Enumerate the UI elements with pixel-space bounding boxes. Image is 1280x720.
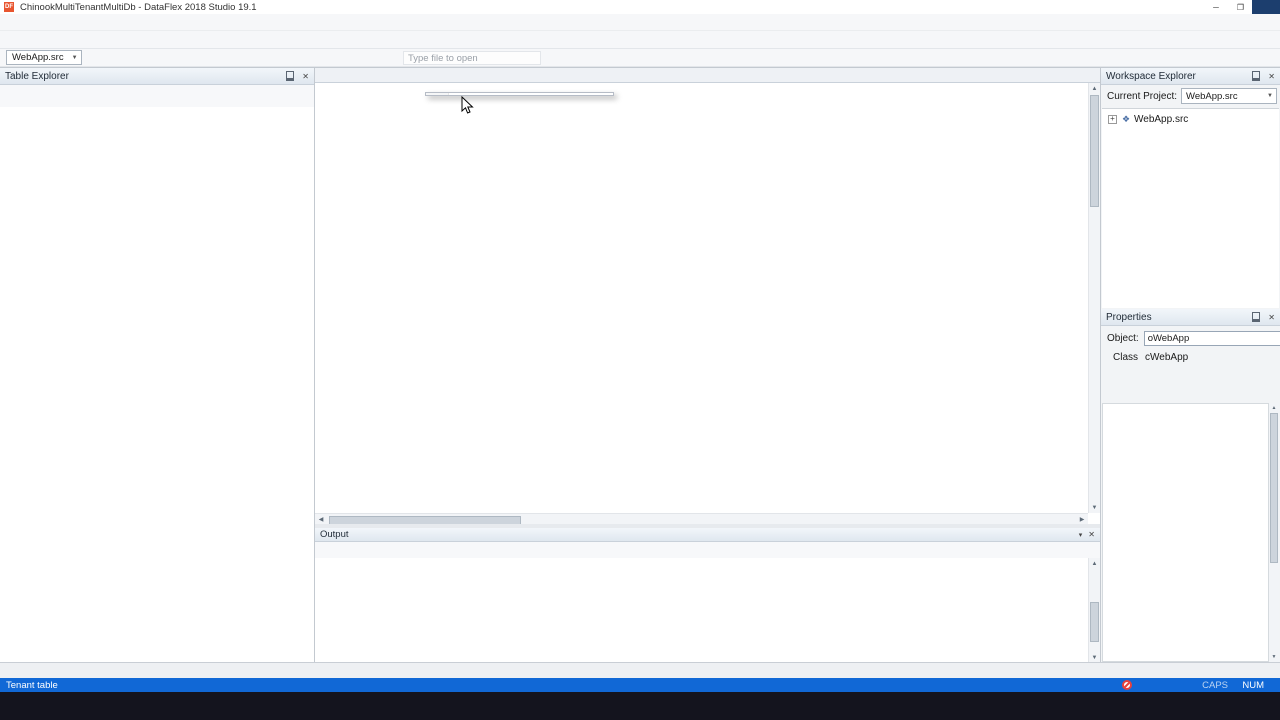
chevron-down-icon[interactable]: ▾ xyxy=(1079,531,1083,539)
file-open-search-input[interactable] xyxy=(403,51,541,65)
app-icon: DF xyxy=(4,2,14,12)
window-title: ChinookMultiTenantMultiDb - DataFlex 201… xyxy=(20,2,257,13)
windows-taskbar xyxy=(0,692,1280,720)
output-scrollbar[interactable]: ▲ ▼ xyxy=(1088,558,1100,663)
panel-title: Output xyxy=(320,529,349,540)
dock-tab-bar xyxy=(0,662,1280,678)
table-explorer-header: Table Explorer ✕ xyxy=(0,68,314,85)
editor-area: ▲ ▼ ◀ ▶ Output ▾ ✕ ▲ ▼ xyxy=(315,67,1100,662)
pin-icon[interactable] xyxy=(1252,312,1260,322)
scroll-up-icon[interactable]: ▲ xyxy=(1269,403,1279,413)
pin-icon[interactable] xyxy=(286,71,294,81)
workspace-tree[interactable]: + ❖ WebApp.src xyxy=(1102,108,1279,308)
current-project-label: Current Project: xyxy=(1107,91,1177,102)
table-explorer-toolbar xyxy=(0,85,314,108)
current-project-combo[interactable]: WebApp.src ▼ xyxy=(1181,88,1277,104)
panel-title: Workspace Explorer xyxy=(1106,71,1196,82)
scroll-up-icon[interactable]: ▲ xyxy=(1089,83,1100,94)
project-icon: ❖ xyxy=(1120,114,1132,125)
scrollbar-thumb[interactable] xyxy=(1090,95,1099,207)
window-edge xyxy=(1252,0,1280,14)
scroll-down-icon[interactable]: ▼ xyxy=(1089,502,1100,513)
close-icon[interactable]: ✕ xyxy=(1088,530,1095,539)
stop-status-icon xyxy=(1122,680,1132,690)
table-tree[interactable] xyxy=(0,107,314,662)
scroll-down-icon[interactable]: ▼ xyxy=(1269,652,1279,662)
code-editor[interactable] xyxy=(315,83,1088,513)
editor-vertical-scrollbar[interactable]: ▲ ▼ xyxy=(1088,83,1100,513)
panel-title: Table Explorer xyxy=(5,71,69,82)
pin-icon[interactable] xyxy=(1252,71,1260,81)
properties-grid[interactable] xyxy=(1102,403,1269,662)
properties-tabs xyxy=(1101,369,1280,386)
scrollbar-thumb[interactable] xyxy=(1270,413,1278,563)
close-icon[interactable]: ✕ xyxy=(1268,72,1275,81)
expand-icon[interactable]: + xyxy=(1108,115,1117,124)
workspace-explorer-header: Workspace Explorer ✕ xyxy=(1101,68,1280,85)
chevron-down-icon: ▼ xyxy=(1267,93,1273,99)
output-list[interactable] xyxy=(315,558,1088,663)
menu-bar xyxy=(0,14,1280,31)
scroll-right-icon[interactable]: ▶ xyxy=(1076,514,1088,524)
object-field[interactable] xyxy=(1144,331,1280,346)
class-value: cWebApp xyxy=(1145,352,1188,363)
right-dock: Workspace Explorer ✕ Current Project: We… xyxy=(1100,67,1280,662)
caps-indicator: CAPS xyxy=(1202,680,1228,691)
scrollbar-thumb[interactable] xyxy=(1090,602,1099,642)
chevron-down-icon: ▼ xyxy=(72,55,78,61)
properties-header: Properties ✕ xyxy=(1101,309,1280,326)
output-header: Output ▾ ✕ xyxy=(315,528,1100,542)
debug-toolbar: WebApp.src▼ xyxy=(0,49,1280,67)
project-combo[interactable]: WebApp.src▼ xyxy=(6,50,82,65)
properties-scrollbar[interactable]: ▲ ▼ xyxy=(1269,403,1279,662)
output-panel: Output ▾ ✕ ▲ ▼ xyxy=(315,528,1100,663)
close-icon[interactable]: ✕ xyxy=(1268,313,1275,322)
dataflex-studio-window: DF ChinookMultiTenantMultiDb - DataFlex … xyxy=(0,0,1280,720)
editor-context-menu xyxy=(425,92,614,96)
num-indicator: NUM xyxy=(1242,680,1264,691)
status-text: Tenant table xyxy=(6,680,58,691)
tree-item-webapp-src[interactable]: + ❖ WebApp.src xyxy=(1108,113,1279,126)
class-label: Class xyxy=(1113,352,1138,363)
minimize-button[interactable]: ─ xyxy=(1213,3,1219,12)
scroll-left-icon[interactable]: ◀ xyxy=(315,514,327,524)
object-label: Object: xyxy=(1107,333,1139,344)
editor-tab-bar xyxy=(315,68,1100,83)
mouse-cursor xyxy=(461,96,474,115)
properties-panel: Properties ✕ Object: Class cWebApp ▲ ▼ xyxy=(1101,309,1280,662)
close-icon[interactable]: ✕ xyxy=(302,72,309,81)
standard-toolbar xyxy=(0,31,1280,49)
workspace-explorer-panel: Workspace Explorer ✕ Current Project: We… xyxy=(1101,68,1280,309)
title-bar: DF ChinookMultiTenantMultiDb - DataFlex … xyxy=(0,0,1280,14)
table-explorer-panel: Table Explorer ✕ xyxy=(0,67,315,662)
editor-horizontal-scrollbar[interactable]: ◀ ▶ xyxy=(315,513,1088,524)
status-bar: Tenant table CAPS NUM xyxy=(0,678,1280,692)
scroll-up-icon[interactable]: ▲ xyxy=(1089,558,1100,569)
panel-title: Properties xyxy=(1106,312,1152,323)
maximize-button[interactable]: ❐ xyxy=(1237,3,1244,12)
